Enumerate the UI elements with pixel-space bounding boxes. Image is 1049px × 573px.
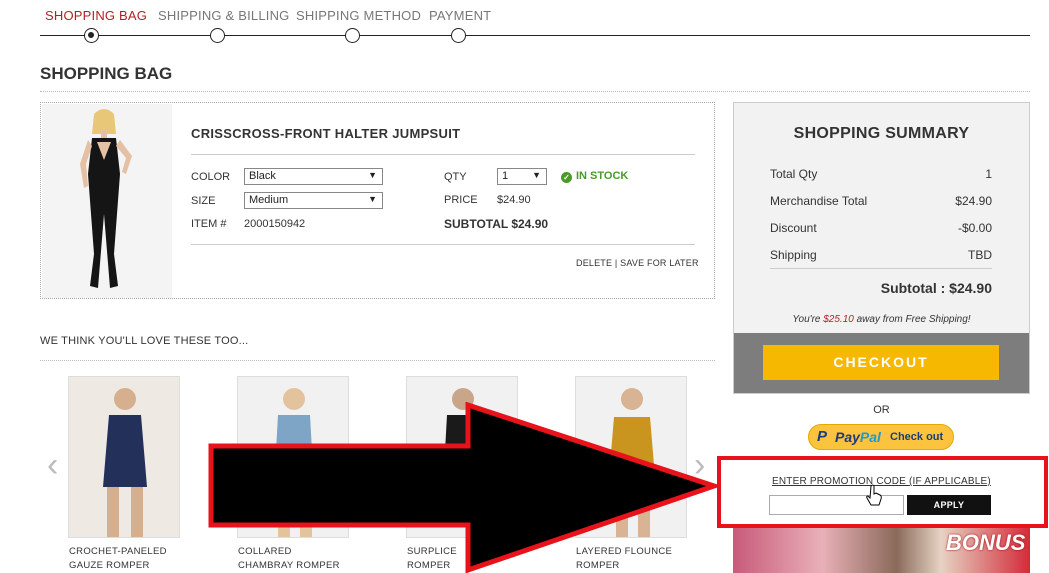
step-dot-shipping-billing [210, 28, 225, 43]
or-separator: OR [873, 404, 890, 416]
price-label: PRICE [444, 194, 478, 206]
step-shopping-bag[interactable]: SHOPPING BAG [45, 8, 147, 23]
chevron-down-icon: ▼ [532, 170, 541, 180]
check-icon: ✓ [561, 172, 572, 183]
item-actions: DELETE | SAVE FOR LATER [576, 258, 699, 268]
product-name-divider [191, 154, 695, 155]
recommend-divider [40, 360, 715, 361]
size-label: SIZE [191, 195, 216, 207]
title-divider [40, 91, 1030, 92]
summary-value: -$0.00 [957, 221, 992, 235]
shopping-summary-title: SHOPPING SUMMARY [793, 125, 970, 142]
free-shipping-note: You're $25.10 away from Free Shipping! [733, 314, 1030, 325]
chevron-down-icon: ▼ [368, 170, 377, 180]
item-number-value: 2000150942 [244, 218, 306, 230]
color-select[interactable]: Black ▼ [244, 168, 383, 185]
save-for-later-link[interactable]: SAVE FOR LATER [620, 258, 698, 268]
summary-label: Total Qty [770, 167, 818, 181]
annotation-highlight-box [717, 456, 1048, 528]
summary-label: Merchandise Total [770, 194, 868, 208]
size-select[interactable]: Medium ▼ [244, 192, 383, 209]
step-shipping-billing[interactable]: SHIPPING & BILLING [158, 8, 289, 23]
jumpsuit-figure-icon [42, 104, 172, 298]
free-shipping-pre: You're [792, 314, 824, 325]
free-shipping-amount: $25.10 [823, 314, 854, 325]
step-dot-shopping-bag [84, 28, 99, 43]
step-dot-shipping-method [345, 28, 360, 43]
product-name[interactable]: CRISSCROSS-FRONT HALTER JUMPSUIT [191, 126, 460, 141]
recommend-image-1[interactable] [68, 376, 180, 538]
free-shipping-post: away from Free Shipping! [853, 314, 971, 325]
page-title: SHOPPING BAG [40, 64, 173, 83]
qty-select-value: 1 [502, 170, 509, 182]
summary-row-discount: Discount -$0.00 [770, 221, 992, 235]
item-subtotal: SUBTOTAL $24.90 [444, 217, 549, 231]
chevron-down-icon: ▼ [368, 194, 377, 204]
stock-status: ✓ IN STOCK [561, 170, 628, 183]
summary-label: Discount [770, 221, 817, 235]
summary-subtotal: Subtotal : $24.90 [880, 280, 992, 296]
stock-status-text: IN STOCK [576, 170, 629, 182]
checkout-button[interactable]: CHECKOUT [763, 345, 999, 380]
item-number-label: ITEM # [191, 218, 227, 230]
paypal-logo-icon: P [817, 428, 828, 445]
price-value: $24.90 [497, 194, 531, 206]
summary-label: Shipping [770, 248, 817, 262]
paypal-checkout-label: Check out [890, 431, 944, 443]
color-label: COLOR [191, 171, 231, 183]
delete-link[interactable]: DELETE [576, 258, 612, 268]
step-payment[interactable]: PAYMENT [429, 8, 491, 23]
paypal-pay: Pay [835, 429, 860, 445]
paypal-checkout-button[interactable]: P PayPal Check out [808, 424, 954, 450]
summary-value: $24.90 [955, 194, 992, 208]
summary-value: TBD [968, 248, 992, 262]
carousel-prev-arrow-icon[interactable]: ‹ [47, 446, 58, 485]
actions-divider [191, 244, 695, 245]
summary-divider [770, 268, 992, 269]
annotation-arrow-icon [208, 402, 721, 573]
recommend-name-1[interactable]: CROCHET-PANELED GAUZE ROMPER [69, 545, 199, 573]
recommend-name-1-line2: GAUZE ROMPER [69, 560, 150, 571]
romper-figure-icon [69, 377, 179, 537]
qty-label: QTY [444, 171, 467, 183]
paypal-pal: Pal [859, 429, 881, 445]
actions-separator: | [614, 258, 618, 268]
summary-row-shipping: Shipping TBD [770, 248, 992, 262]
magazine-banner-text: BONUS [946, 530, 1026, 555]
color-select-value: Black [249, 170, 276, 182]
summary-row-merchandise: Merchandise Total $24.90 [770, 194, 992, 208]
product-image[interactable] [42, 104, 172, 298]
summary-row-total-qty: Total Qty 1 [770, 167, 992, 181]
step-shipping-method[interactable]: SHIPPING METHOD [296, 8, 421, 23]
summary-value: 1 [985, 167, 992, 181]
step-dot-payment [451, 28, 466, 43]
recommend-title: WE THINK YOU'LL LOVE THESE TOO... [40, 335, 249, 347]
size-select-value: Medium [249, 194, 289, 206]
paypal-wordmark: PayPal [835, 429, 881, 445]
progress-line [40, 35, 1030, 36]
recommend-name-1-line1: CROCHET-PANELED [69, 546, 167, 557]
qty-select[interactable]: 1 ▼ [497, 168, 547, 185]
